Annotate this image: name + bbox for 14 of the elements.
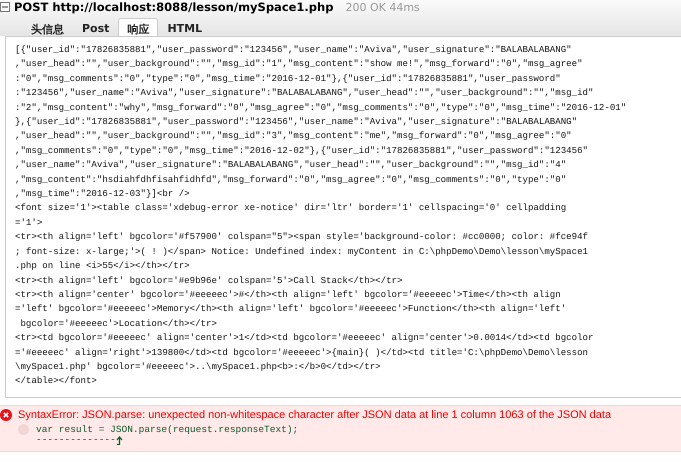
minus-icon xyxy=(2,4,8,10)
error-message: SyntaxError: JSON.parse: unexpected non-whitespace character after JSON data at line 1 column 1063 of the JSON data xyxy=(18,409,612,421)
arrow-up-icon xyxy=(116,436,123,445)
tab[interactable]: HTML xyxy=(158,18,212,36)
error-source-line: var result = JSON.parse(request.responseText); xyxy=(36,424,298,435)
response-text: [{"user_id":"17826835881","user_password":"123456","user_name":"Aviva","user_signature":"BALABALABANG" ,"user_head":"","user_background":"","msg_id":"1","msg_content":"show me!","msg_forward":"0","msg_agree" :"0","msg_comments":"0","type":"0","msg_time":"2016-12-01"},{"user_id":"17826835881","user_password" :"123456","user_name":"Aviva","user_signature":"BALABALABANG","user_head":"","user_background":"","msg_id" :"2","msg_content":"why","msg_forward":"0","msg_agree":"0","msg_comments":"0","type":"0","msg_time":"2016-12-01" },{"user_id":"17826835881","user_password":"123456","user_name":"Aviva","user_signature":"BALABALABANG" ,"user_head":"","user_background":"","msg_id":"3","msg_content":"me","msg_forward":"0","msg_agree":"0" ,"msg_comments":"0","type":"0","msg_time":"2016-12-02"},{"user_id":"17826835881","user_password":"123456" ,"user_name":"Aviva","user_signature":"BALABALABANG","user_head":"","user_background":"","msg_id":"4" ,"msg_content":"hsdiahfdhfisahfidhfd","msg_forward":"0","msg_agree":"0","msg_comments":"0","type":"0" ,"msg_time":"2016-12-03"}]<br /> <font size='1'><table class='xdebug-error xe-notice' dir='ltr' border='1' cellspacing='0' cellpadding ='1'> <tr><th align='left' bgcolor='#f57900' colspan="5"><span style='background-color: #cc0000; color: #fce94f ; font-size: x-large;'>( ! )</span> Notice: Undefined index: myContent in C:\phpDemo\Demo\lesson\mySpace1 .php on line <i>55</i></th></tr> <tr><th align='left' bgcolor='#e9b96e' colspan='5'>Call Stack</th></tr> <tr><th align='center' bgcolor='#eeeeec'>#</th><th align='left' bgcolor='#eeeeec'>Time</th><th align ='left' bgcolor='#eeeeec'>Memory</th><th align='left' bgcolor='#eeeeec'>Function</th><th align='left' bgcolor='#eeeeec'>Location</th></tr> <tr><td bgcolor='#eeeeec' align='center'>1</td><td bgcolor='#eeeeec' align='center'>0.0014</td><td bgcolor ='#eeeeec' align='right'>139800</td><td bgcolor='#eeeeec'>{main}( )</td><td title='C:\phpDemo\Demo\lesson \mySpace1.php' bgcolor='#eeeeec'>..\mySpace1.php<b>:</b>0</td></tr> </table></font> xyxy=(15,43,628,388)
tab[interactable]: Post xyxy=(73,18,118,36)
request-url: POST http://localhost:8088/lesson/mySpace1.php xyxy=(14,0,334,14)
response-status: 200 OK 44ms xyxy=(345,0,420,14)
tab[interactable]: 头信息 xyxy=(22,18,73,36)
collapse-toggle[interactable] xyxy=(0,2,10,12)
error-pointer: -------------- xyxy=(36,435,116,445)
tab[interactable]: 响应 xyxy=(118,18,158,36)
error-icon xyxy=(0,409,12,421)
